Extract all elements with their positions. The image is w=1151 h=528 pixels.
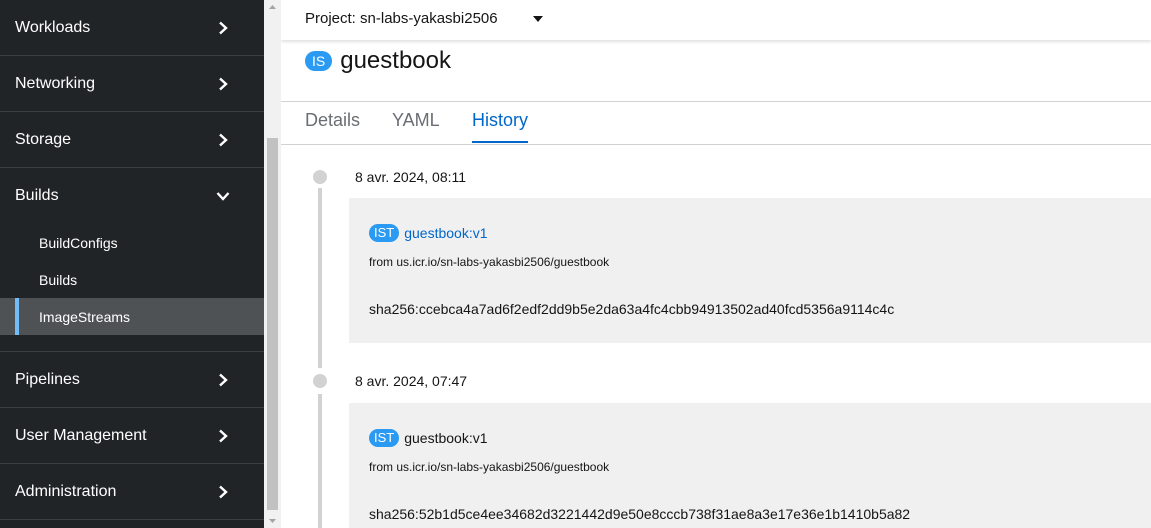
sidebar-item-label: ImageStreams [39, 308, 131, 325]
sidebar-item-label: Builds [39, 271, 78, 288]
timeline-line [318, 394, 322, 528]
nav-section-administration[interactable]: Administration [0, 464, 264, 520]
content-divider [281, 144, 1151, 145]
tab-yaml[interactable]: YAML [392, 110, 440, 143]
tab-history[interactable]: History [472, 110, 529, 143]
ist-badge: IST [369, 429, 400, 447]
tabs-divider [281, 101, 1151, 102]
timeline-dot [313, 374, 327, 388]
history-date: 8 avr. 2024, 07:47 [355, 373, 468, 389]
sidebar-item-label: BuildConfigs [39, 234, 118, 251]
sidebar-item-buildconfigs[interactable]: BuildConfigs [0, 224, 264, 261]
nav-section-label: Workloads [15, 18, 91, 36]
chevron-right-icon [216, 373, 230, 387]
sidebar-item-builds[interactable]: Builds [0, 261, 264, 298]
nav-section-networking[interactable]: Networking [0, 56, 264, 112]
scrollbar-thumb[interactable] [267, 138, 278, 510]
sidebar-scrollbar[interactable] [264, 0, 281, 528]
tab-details[interactable]: Details [305, 110, 360, 143]
timeline-line [318, 188, 322, 368]
sidebar-item-imagestreams[interactable]: ImageStreams [0, 298, 264, 335]
scroll-up-arrow-icon[interactable] [264, 0, 281, 14]
nav-section-user-management[interactable]: User Management [0, 408, 264, 464]
app-root: Workloads Networking Storage Builds Buil… [0, 0, 1151, 528]
nav-section-workloads[interactable]: Workloads [0, 0, 264, 56]
resource-name: guestbook [340, 47, 451, 74]
sidebar: Workloads Networking Storage Builds Buil… [0, 0, 264, 528]
nav-section-label: User Management [15, 426, 147, 444]
chevron-right-icon [216, 77, 230, 91]
nav-section-builds[interactable]: Builds [0, 168, 264, 224]
chevron-right-icon [216, 485, 230, 499]
image-digest: sha256:ccebca4a7ad6f2edf2dd9b5e2da63a4fc… [369, 301, 895, 317]
nav-section-storage[interactable]: Storage [0, 112, 264, 168]
image-stream-tag-name: guestbook:v1 [404, 430, 488, 446]
image-stream-tag: IST guestbook:v1 [369, 224, 488, 242]
image-source: from us.icr.io/sn-labs-yakasbi2506/guest… [369, 255, 610, 269]
nav-section-label: Storage [15, 130, 72, 148]
nav-section-pipelines[interactable]: Pipelines [0, 352, 264, 408]
image-stream-tag: IST guestbook:v1 [369, 429, 488, 447]
page-title: IS guestbook [305, 46, 451, 76]
image-digest: sha256:52b1d5ce4ee34682d3221442d9e50e8cc… [369, 506, 911, 522]
project-selector-bar: Project: sn-labs-yakasbi2506 [281, 0, 1151, 40]
chevron-right-icon [216, 429, 230, 443]
history-card: IST guestbook:v1 from us.icr.io/sn-labs-… [349, 403, 1151, 528]
main-content: Project: sn-labs-yakasbi2506 IS guestboo… [281, 0, 1151, 528]
project-selector[interactable]: Project: sn-labs-yakasbi2506 [305, 10, 498, 27]
nav-section-label: Networking [15, 74, 96, 92]
nav-section-label: Pipelines [15, 370, 80, 388]
history-card: IST guestbook:v1 from us.icr.io/sn-labs-… [349, 198, 1151, 343]
image-stream-tag-link[interactable]: guestbook:v1 [404, 225, 487, 241]
resource-badge: IS [305, 51, 333, 71]
chevron-down-icon [216, 189, 230, 203]
history-date: 8 avr. 2024, 08:11 [355, 169, 467, 185]
caret-down-icon[interactable] [533, 16, 543, 22]
chevron-right-icon [216, 21, 230, 35]
chevron-right-icon [216, 133, 230, 147]
nav-section-label: Administration [15, 482, 117, 500]
ist-badge: IST [369, 224, 400, 242]
scroll-down-arrow-icon[interactable] [264, 514, 281, 528]
nav-section-label: Builds [15, 187, 59, 204]
timeline-dot [313, 170, 327, 184]
image-source: from us.icr.io/sn-labs-yakasbi2506/guest… [369, 460, 610, 474]
